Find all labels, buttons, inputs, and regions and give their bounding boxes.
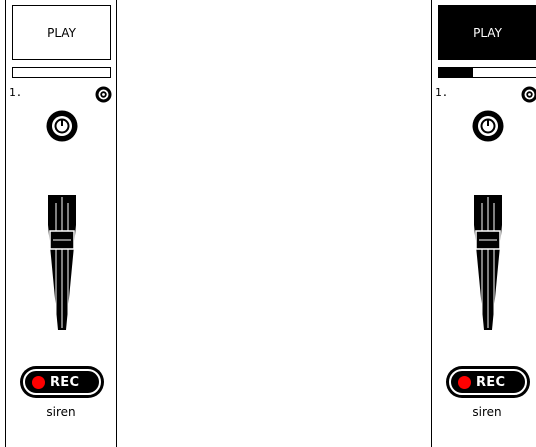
pan-knob-icon[interactable] [472, 110, 504, 142]
volume-fader[interactable] [470, 195, 506, 330]
channel-name: siren [46, 405, 76, 419]
record-dot-icon [32, 375, 45, 389]
small-knob-icon[interactable] [95, 86, 112, 103]
progress-fill [439, 68, 473, 77]
volume-fader[interactable] [44, 195, 80, 330]
play-button[interactable]: PLAY [12, 5, 111, 60]
track-number: 1. [435, 86, 449, 99]
track-number: 1. [9, 86, 23, 99]
pan-knob-icon[interactable] [46, 110, 78, 142]
rec-label: REC [476, 374, 506, 390]
small-knob-icon[interactable] [521, 86, 536, 103]
channel-strip: PLAY 1. REC siren [5, 0, 117, 447]
progress-bar [12, 67, 111, 78]
channel-strip: PLAY 1. REC siren [431, 0, 536, 447]
channel-name: siren [472, 405, 502, 419]
rec-button[interactable]: REC [446, 366, 530, 398]
play-button[interactable]: PLAY [438, 5, 536, 60]
record-dot-icon [458, 375, 471, 389]
progress-bar [438, 67, 536, 78]
rec-button[interactable]: REC [20, 366, 104, 398]
rec-label: REC [50, 374, 80, 390]
